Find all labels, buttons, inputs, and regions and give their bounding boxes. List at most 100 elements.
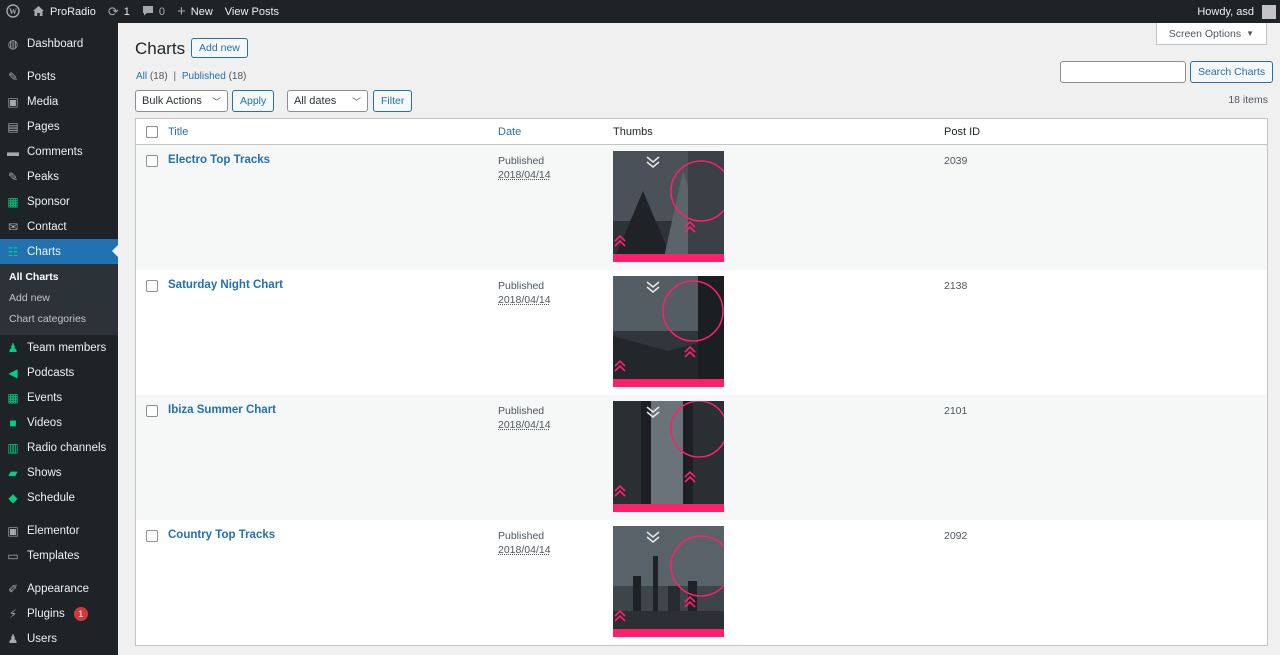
row-checkbox[interactable] [146, 530, 158, 542]
view-posts-link[interactable]: View Posts [219, 0, 285, 23]
row-post-id: 2092 [944, 530, 968, 542]
sidebar-item-label: Media [27, 95, 59, 108]
admin-sidebar: ◍ Dashboard ✎ Posts ▣ Media ▤ Pages ▬ Co… [0, 23, 118, 655]
sidebar-item-peaks[interactable]: ✎ Peaks [0, 164, 118, 189]
sidebar-item-shows[interactable]: ▰ Shows [0, 460, 118, 485]
sidebar-item-appearance[interactable]: ✐ Appearance [0, 576, 118, 601]
sidebar-item-podcasts[interactable]: ◀ Podcasts [0, 360, 118, 385]
sidebar-item-sponsor[interactable]: ▦ Sponsor [0, 189, 118, 214]
filter-all-count: (18) [149, 71, 168, 82]
sidebar-item-schedule[interactable]: ◆ Schedule [0, 485, 118, 510]
table-row: Electro Top Tracks Published 2018/04/14 [136, 145, 1267, 270]
items-count: 18 items [1228, 94, 1268, 106]
row-title-link[interactable]: Ibiza Summer Chart [168, 404, 276, 416]
sidebar-item-dashboard[interactable]: ◍ Dashboard [0, 31, 118, 56]
pin-icon: ✎ [7, 69, 19, 84]
submenu-all-charts[interactable]: All Charts [0, 267, 118, 288]
new-content-link[interactable]: + New [171, 0, 219, 23]
table-row: Saturday Night Chart Published 2018/04/1… [136, 270, 1267, 395]
grid-icon: ▦ [7, 194, 19, 209]
filter-all-link[interactable]: All [136, 71, 147, 82]
sidebar-item-templates[interactable]: ▭ Templates [0, 543, 118, 568]
video-icon: ■ [9, 415, 17, 430]
sidebar-item-users[interactable]: ♟ Users [0, 626, 118, 651]
column-title-header[interactable]: Title [168, 126, 498, 138]
main-content: Charts Add new Screen Options ▼ All (18)… [118, 23, 1280, 655]
folder-icon: ▭ [7, 548, 19, 563]
chart-thumbnail[interactable] [613, 151, 724, 262]
search-charts-button[interactable]: Search Charts [1190, 61, 1274, 83]
sidebar-item-contact[interactable]: ✉ Contact [0, 214, 118, 239]
updates-link[interactable]: ⟳ 1 [102, 0, 136, 23]
filter-published-link[interactable]: Published [182, 71, 226, 82]
comments-link[interactable]: 0 [136, 0, 171, 23]
refresh-icon: ⟳ [107, 4, 119, 19]
sidebar-item-radio-channels[interactable]: ▥ Radio channels [0, 435, 118, 460]
charts-table: Title Date Thumbs Post ID Electro Top Tr… [135, 118, 1268, 646]
charts-submenu: All Charts Add new Chart categories [0, 264, 118, 335]
page-title: Charts [135, 39, 186, 58]
wordpress-icon: W [6, 3, 20, 20]
sidebar-item-posts[interactable]: ✎ Posts [0, 64, 118, 89]
table-row: Ibiza Summer Chart Published 2018/04/14 [136, 395, 1267, 520]
calendar-icon: ▦ [7, 390, 19, 405]
column-date-header[interactable]: Date [498, 126, 613, 138]
sidebar-item-events[interactable]: ▦ Events [0, 385, 118, 410]
submenu-chart-categories[interactable]: Chart categories [0, 309, 118, 330]
sidebar-item-elementor[interactable]: ▣ Elementor [0, 518, 118, 543]
row-checkbox[interactable] [146, 405, 158, 417]
sidebar-item-label: Events [27, 391, 63, 404]
sidebar-item-charts[interactable]: ☷ Charts [0, 239, 118, 264]
search-input[interactable] [1060, 61, 1186, 83]
plus-icon: + [177, 3, 186, 20]
sidebar-item-videos[interactable]: ■ Videos [0, 410, 118, 435]
dashboard-icon: ◍ [7, 36, 19, 51]
add-new-button[interactable]: Add new [191, 38, 248, 58]
row-checkbox[interactable] [146, 155, 158, 167]
sidebar-item-label: Schedule [27, 491, 75, 504]
media-icon: ▣ [7, 94, 19, 109]
caret-down-icon: ▼ [1246, 29, 1254, 38]
view-posts-label: View Posts [224, 5, 280, 18]
sidebar-item-team-members[interactable]: ♟ Team members [0, 335, 118, 360]
screen-options-label: Screen Options [1168, 27, 1242, 40]
row-post-id: 2039 [944, 155, 968, 167]
row-title-link[interactable]: Electro Top Tracks [168, 154, 270, 166]
row-date: 2018/04/14 [498, 419, 551, 431]
sidebar-item-label: Posts [27, 70, 56, 83]
row-checkbox[interactable] [146, 280, 158, 292]
sidebar-item-label: Peaks [27, 170, 59, 183]
sidebar-item-label: Elementor [27, 524, 80, 537]
select-all-checkbox[interactable] [146, 125, 158, 138]
table-row: Country Top Tracks Published 2018/04/14 [136, 520, 1267, 645]
sidebar-item-label: Users [27, 632, 58, 645]
bulk-actions-select[interactable]: Bulk Actions ﹀ [135, 90, 228, 112]
row-status: Published [498, 530, 545, 542]
chart-thumbnail[interactable] [613, 526, 724, 637]
page-icon: ▤ [7, 119, 19, 134]
row-title-link[interactable]: Saturday Night Chart [168, 279, 283, 291]
date-filter-value: All dates [294, 95, 337, 107]
submenu-add-new[interactable]: Add new [0, 288, 118, 309]
date-filter-select[interactable]: All dates ﹀ [287, 90, 368, 112]
comments-count: 0 [158, 5, 166, 18]
row-status: Published [498, 405, 545, 417]
chart-thumbnail[interactable] [613, 276, 724, 387]
sidebar-item-plugins[interactable]: ⚡ Plugins 1 [0, 601, 118, 626]
sidebar-item-comments[interactable]: ▬ Comments [0, 139, 118, 164]
sidebar-item-pages[interactable]: ▤ Pages [0, 114, 118, 139]
chart-thumbnail[interactable] [613, 401, 724, 512]
my-account-link[interactable]: Howdy, asd [1191, 0, 1280, 23]
filter-button[interactable]: Filter [373, 90, 413, 112]
sidebar-item-media[interactable]: ▣ Media [0, 89, 118, 114]
screen-options-button[interactable]: Screen Options ▼ [1155, 23, 1267, 45]
elementor-icon: ▣ [7, 523, 19, 538]
sidebar-item-label: Shows [27, 466, 62, 479]
row-title-link[interactable]: Country Top Tracks [168, 529, 275, 541]
row-status: Published [498, 280, 545, 292]
site-name-link[interactable]: ProRadio [26, 0, 102, 23]
sidebar-item-label: Comments [27, 145, 83, 158]
brush-icon: ✐ [7, 581, 19, 596]
apply-button[interactable]: Apply [232, 90, 275, 112]
wordpress-logo-menu[interactable]: W [0, 0, 26, 23]
